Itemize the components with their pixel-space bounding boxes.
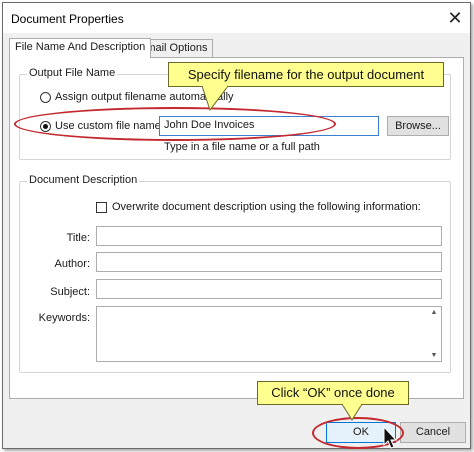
use-custom-name-option[interactable]: Use custom file name:: [40, 120, 164, 132]
dialog-title: Document Properties: [11, 12, 124, 26]
scroll-up-icon[interactable]: ▲: [428, 309, 440, 316]
use-custom-name-radio[interactable]: [40, 120, 51, 132]
filename-callout-pointer: [201, 86, 229, 112]
ok-callout-pointer: [341, 404, 363, 421]
output-file-name-legend: Output File Name: [27, 67, 118, 79]
assign-automatically-radio[interactable]: [40, 91, 51, 103]
document-description-group: Document Description Overwrite document …: [19, 174, 451, 373]
overwrite-description-checkbox[interactable]: [96, 202, 107, 213]
ok-callout: Click “OK” once done: [257, 381, 409, 405]
subject-input[interactable]: [96, 279, 442, 299]
mouse-pointer-icon: [383, 426, 398, 449]
subject-label: Subject:: [50, 286, 90, 298]
title-bar: Document Properties ✕: [3, 3, 470, 33]
tab-file-name-and-description[interactable]: File Name And Description: [9, 38, 152, 58]
author-input[interactable]: [96, 252, 442, 272]
file-name-hint: Type in a file name or a full path: [164, 141, 320, 153]
custom-file-name-input[interactable]: John Doe Invoices: [159, 116, 379, 136]
title-input[interactable]: [96, 226, 442, 246]
keywords-textarea[interactable]: ▲ ▼: [96, 306, 442, 362]
filename-callout: Specify filename for the output document: [168, 62, 444, 87]
use-custom-name-label: Use custom file name:: [55, 120, 164, 132]
overwrite-description-label: Overwrite document description using the…: [112, 201, 421, 213]
cancel-button[interactable]: Cancel: [400, 422, 466, 443]
scroll-down-icon[interactable]: ▼: [428, 352, 440, 359]
close-icon[interactable]: ✕: [444, 7, 466, 29]
keywords-label: Keywords:: [38, 312, 90, 324]
author-label: Author:: [54, 258, 90, 270]
browse-button[interactable]: Browse...: [387, 116, 449, 136]
document-description-legend: Document Description: [27, 174, 140, 186]
title-label: Title:: [66, 232, 90, 244]
